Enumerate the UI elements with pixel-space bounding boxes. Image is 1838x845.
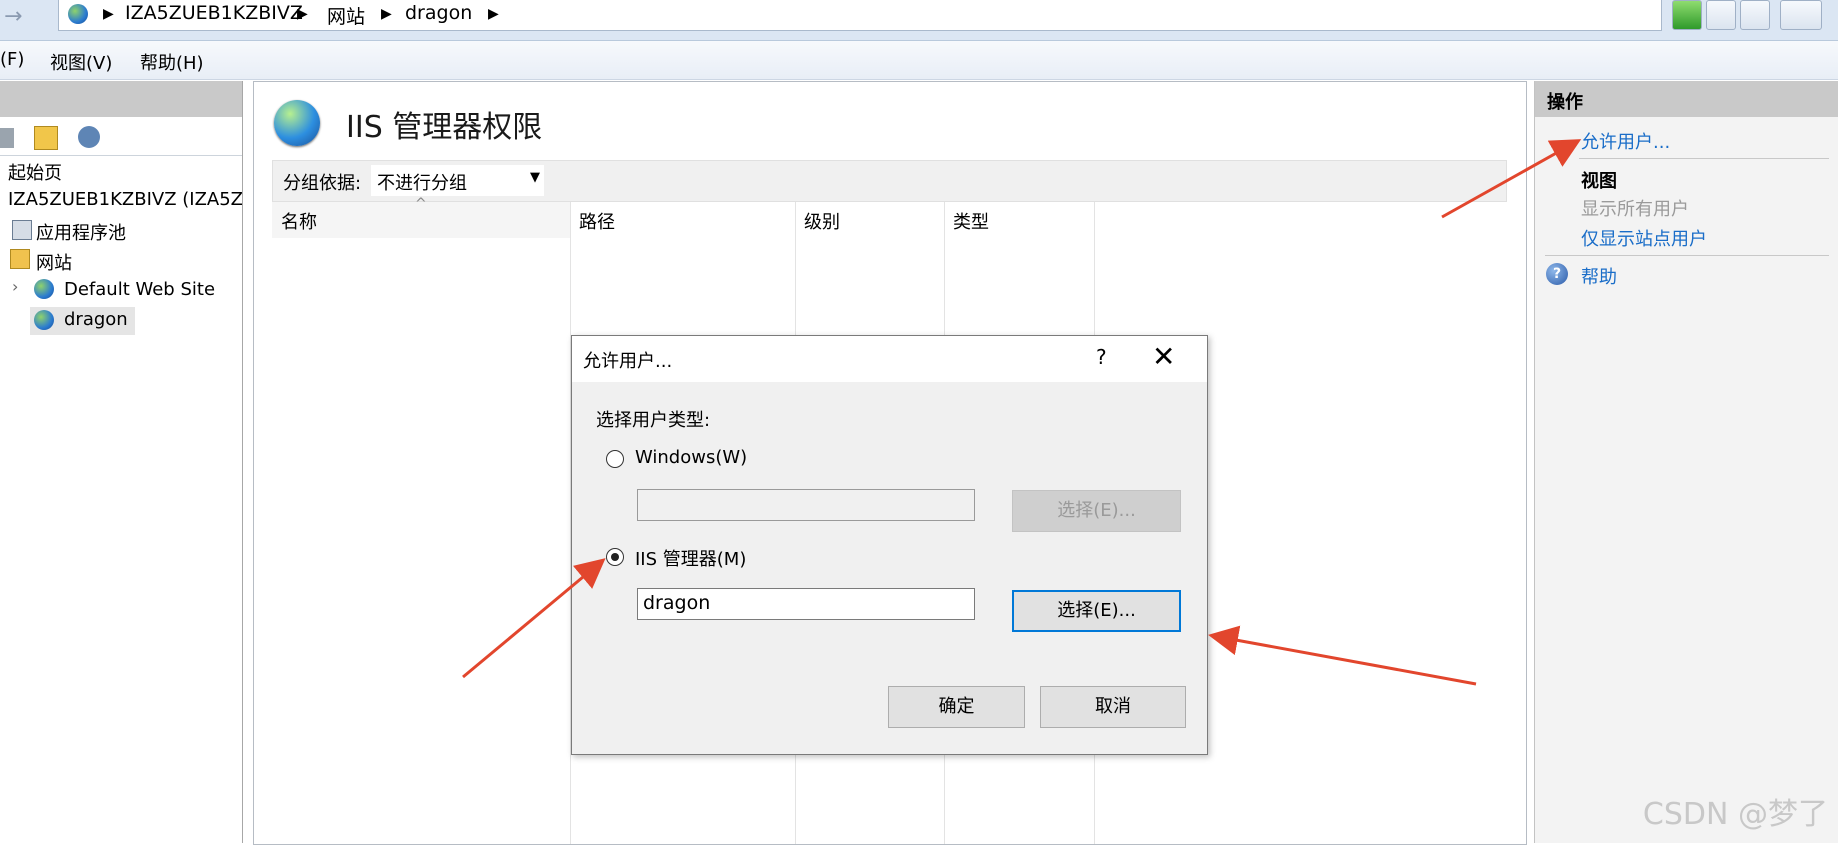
globe-icon [68,4,88,24]
sort-indicator-icon: ^ [415,196,427,212]
connections-header [0,81,242,117]
chevron-right-icon[interactable]: ▶ [103,6,114,22]
cancel-button[interactable]: 取消 [1040,686,1186,728]
breadcrumb-site-dragon[interactable]: dragon [405,2,472,24]
dialog-title: 允许用户... [583,351,673,372]
connections-toolbar [0,121,242,156]
watermark: CSDN @梦了 [1642,797,1828,832]
action-help[interactable]: 帮助 [1581,263,1617,289]
menu-file[interactable]: (F) [0,49,24,70]
help-icon[interactable] [1780,0,1822,30]
group-by-value: 不进行分组 [377,173,467,194]
iis-manager-radio[interactable] [606,548,624,566]
tree-item-server[interactable]: IZA5ZUEB1KZBIVZ (IZA5ZU [8,189,242,210]
action-show-all-users: 显示所有用户 [1581,199,1689,220]
save-icon[interactable] [0,128,14,148]
menu-bar: (F) 视图(V) 帮助(H) [0,41,1838,80]
sites-folder-icon [10,249,30,269]
address-bar: → ▶ IZA5ZUEB1KZBIVZ ▶ 网站 ▶ dragon ▶ [0,0,1838,41]
actions-header: 操作 [1535,81,1838,117]
windows-radio[interactable] [606,450,624,468]
tree-item-start-page[interactable]: 起始页 [8,159,62,185]
allow-user-dialog: 允许用户... ? ✕ 选择用户类型: Windows(W) 选择(E)... … [571,335,1208,755]
column-header-name[interactable]: 名称 [281,208,317,234]
menu-view[interactable]: 视图(V) [50,49,112,75]
menu-help[interactable]: 帮助(H) [140,49,204,75]
windows-option-label[interactable]: Windows(W) [635,447,747,468]
globe-icon [34,310,54,330]
iis-user-field[interactable]: dragon [637,588,975,620]
breadcrumb-server[interactable]: IZA5ZUEB1KZBIVZ [125,2,303,24]
tree-item-app-pools[interactable]: 应用程序池 [36,219,126,245]
tree-item-dragon[interactable]: dragon [64,309,128,330]
column-header-path[interactable]: 路径 [579,208,615,234]
radio-selected-dot [610,552,619,561]
tree-item-sites[interactable]: 网站 [36,249,72,275]
divider [1579,158,1829,159]
help-icon: ? [1546,263,1568,285]
connect-icon[interactable] [34,126,58,150]
group-by-bar: 分组依据: 不进行分组 ▼ [272,160,1507,202]
breadcrumb-sites[interactable]: 网站 [327,2,365,29]
actions-title: 操作 [1547,92,1583,113]
divider [1545,255,1829,256]
globe-icon [274,100,320,146]
chevron-right-icon[interactable]: ▶ [297,6,308,22]
user-list: ^ 名称 路径 级别 类型 [272,196,1505,844]
actions-pane: 操作 允许用户... 视图 显示所有用户 仅显示站点用户 ? 帮助 [1534,81,1838,843]
refresh-icon[interactable] [1672,0,1702,30]
forward-arrow-icon[interactable]: → [4,4,22,29]
chevron-right-icon[interactable]: ▶ [488,6,499,22]
action-allow-user[interactable]: 允许用户... [1581,128,1670,154]
tree-item-default-web-site[interactable]: Default Web Site [64,279,215,300]
dialog-help-button[interactable]: ? [1096,345,1107,369]
group-by-label: 分组依据: [283,173,362,194]
page-title: IIS 管理器权限 [346,110,543,145]
expand-icon[interactable]: › [12,277,18,296]
action-show-site-users[interactable]: 仅显示站点用户 [1581,225,1707,251]
dialog-title-bar: 允许用户... ? ✕ [572,336,1207,382]
home-icon[interactable] [1740,0,1770,30]
windows-select-button[interactable]: 选择(E)... [1012,490,1181,532]
breadcrumb[interactable]: ▶ IZA5ZUEB1KZBIVZ ▶ 网站 ▶ dragon ▶ [58,0,1662,31]
iis-select-button[interactable]: 选择(E)... [1012,590,1181,632]
ok-button[interactable]: 确定 [888,686,1025,728]
globe-icon [34,279,54,299]
iis-option-label[interactable]: IIS 管理器(M) [635,545,746,571]
view-heading: 视图 [1581,171,1617,192]
column-header-level[interactable]: 级别 [804,208,840,234]
group-by-select[interactable]: 不进行分组 ▼ [371,165,544,196]
connections-pane: 起始页 IZA5ZUEB1KZBIVZ (IZA5ZU 应用程序池 网站 › D… [0,81,243,843]
column-header-type[interactable]: 类型 [953,208,989,234]
disconnect-icon[interactable] [78,126,100,148]
windows-user-field[interactable] [637,489,975,521]
close-icon[interactable]: ✕ [1152,340,1175,373]
app-pool-icon [12,220,32,240]
chevron-right-icon[interactable]: ▶ [381,6,392,22]
dropdown-arrow-icon[interactable]: ▼ [530,170,540,185]
user-type-prompt: 选择用户类型: [596,410,711,431]
stop-icon[interactable] [1706,0,1736,30]
